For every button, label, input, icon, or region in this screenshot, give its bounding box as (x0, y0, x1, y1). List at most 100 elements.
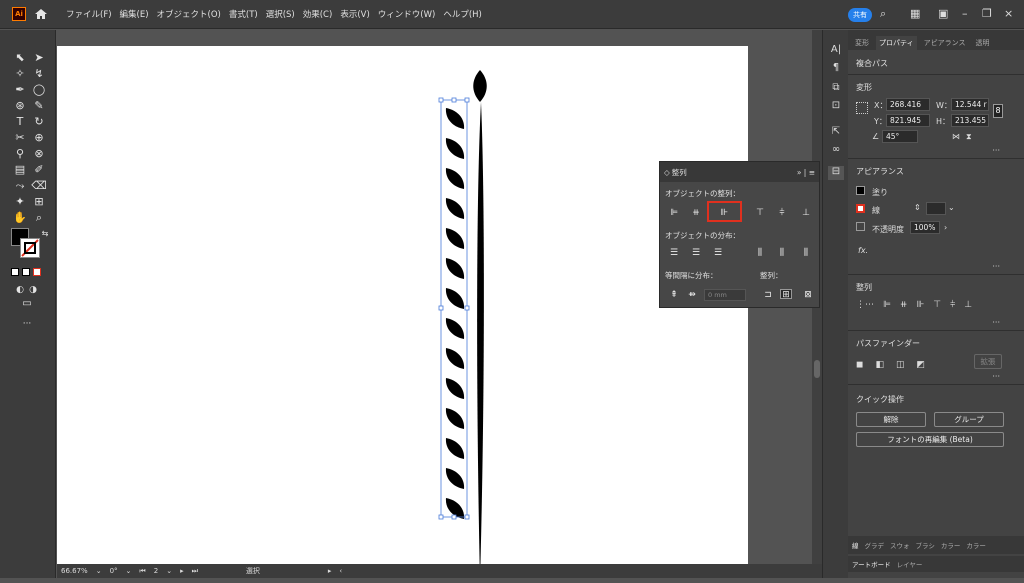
align-to-artboard-icon[interactable]: ⊐ (762, 290, 774, 300)
w-field[interactable]: 12.544 r (951, 98, 989, 111)
change-screen-mode-icon[interactable]: ▭ (18, 296, 36, 312)
align-to-icon[interactable]: ⋮⋯ (856, 300, 874, 310)
scroll-thumb[interactable] (814, 360, 820, 378)
tab-gradient[interactable]: グラデ (865, 540, 885, 550)
vertical-align-center-icon[interactable]: ⫩ (776, 208, 788, 218)
zoom-dropdown-icon[interactable]: ⌄ (96, 567, 102, 575)
width-tool-icon[interactable]: ⤳ (11, 178, 29, 194)
links-icon[interactable]: ∞ (828, 144, 844, 158)
character-panel-icon[interactable]: A| (828, 44, 844, 58)
artboard[interactable] (57, 46, 748, 564)
first-artboard-icon[interactable]: ⏮ (139, 567, 145, 576)
opacity-field[interactable]: 100% (910, 221, 940, 234)
puppet-warp-icon[interactable]: ✦ (11, 194, 29, 210)
arrange-documents-icon[interactable]: ▣ (938, 7, 948, 21)
paragraph-panel-icon[interactable]: ¶ (828, 62, 844, 76)
eraser-icon[interactable]: ⌫ (30, 178, 48, 194)
magic-wand-icon[interactable]: ✧ (11, 66, 29, 82)
leaf-shape[interactable] (445, 228, 465, 249)
exclude-icon[interactable]: ◩ (917, 360, 926, 370)
selection-tool-icon[interactable]: ⬉ (11, 50, 29, 66)
workspace-icon[interactable]: ▦ (910, 7, 920, 21)
align-h-center-icon[interactable]: ⧺ (900, 300, 908, 310)
shape-builder-icon[interactable]: ⊕ (30, 130, 48, 146)
unite-icon[interactable]: ◼ (856, 360, 863, 370)
zoom-level[interactable]: 66.67% (61, 567, 88, 575)
scissors-icon[interactable]: ✂ (11, 130, 29, 146)
stroke-color-swatch[interactable] (856, 204, 865, 213)
hand-tool-icon[interactable]: ✋ (11, 210, 29, 226)
more-tools-icon[interactable]: ··· (18, 316, 36, 332)
scroll-left-icon[interactable]: ‹ (339, 567, 342, 575)
leaf-shape[interactable] (445, 258, 465, 279)
horizontal-align-center-icon[interactable]: ⧺ (690, 208, 702, 218)
minimize-icon[interactable]: – (962, 7, 968, 21)
color-mode-icon[interactable] (11, 268, 19, 276)
align-top-icon[interactable]: ⊤ (933, 300, 941, 310)
tab-properties[interactable]: プロパティ (876, 36, 917, 50)
zoom-tool-icon[interactable]: ⌕ (30, 210, 48, 226)
libraries-icon[interactable]: ⧉ (828, 82, 844, 96)
tab-transparency[interactable]: 透明 (972, 36, 992, 50)
fx-icon[interactable]: fx. (858, 246, 868, 255)
appearance-more-icon[interactable]: ··· (992, 262, 1000, 271)
menu-edit[interactable]: 編集(E) (120, 8, 149, 20)
tab-color[interactable]: カラー (941, 540, 961, 550)
release-button[interactable]: 解除 (856, 412, 926, 427)
tab-stroke[interactable]: 線 (852, 540, 859, 550)
menu-object[interactable]: オブジェクト(O) (157, 8, 221, 20)
menu-type[interactable]: 書式(T) (229, 8, 258, 20)
leaf-shape[interactable] (445, 378, 465, 399)
stroke-weight-dropdown-icon[interactable]: ⌄ (948, 203, 955, 212)
status-menu-icon[interactable]: ▸ (328, 567, 332, 575)
tab-transform[interactable]: 変形 (852, 36, 872, 50)
type-tool-icon[interactable]: T (11, 114, 29, 130)
align-more-icon[interactable]: ··· (992, 318, 1000, 327)
artwork[interactable] (57, 46, 748, 564)
vertical-align-top-icon[interactable]: ⊤ (754, 208, 766, 218)
none-mode-icon[interactable] (33, 268, 41, 276)
last-artboard-icon[interactable]: ⏭ (192, 567, 198, 576)
app-logo[interactable]: Ai (12, 7, 26, 21)
leaf-shape[interactable] (445, 468, 465, 489)
y-field[interactable]: 821.945 (886, 114, 930, 127)
group-button[interactable]: グループ (934, 412, 1004, 427)
menu-select[interactable]: 選択(S) (266, 8, 295, 20)
artboard-tool-icon[interactable]: ⊞ (30, 194, 48, 210)
tab-brushes[interactable]: ブラシ (916, 540, 935, 550)
leaf-shape[interactable] (445, 318, 465, 339)
spacing-field[interactable]: 0 mm (704, 289, 746, 301)
leaf-shape[interactable] (445, 168, 465, 189)
menu-view[interactable]: 表示(V) (340, 8, 369, 20)
constrain-proportions-icon[interactable]: 8 (993, 104, 1003, 118)
rotation-dropdown-icon[interactable]: ⌄ (126, 567, 132, 575)
menu-file[interactable]: ファイル(F) (66, 8, 112, 20)
stroke-weight-field[interactable] (926, 202, 946, 215)
x-field[interactable]: 268.416 (886, 98, 930, 111)
distribute-v-center-icon[interactable]: ☰ (690, 248, 702, 258)
opacity-arrow-icon[interactable]: › (944, 223, 947, 232)
align-to-selection-icon[interactable]: ⊞ (780, 289, 792, 300)
export-icon[interactable]: ⇱ (828, 126, 844, 140)
stroke-weight-stepper-icon[interactable]: ⇕ (914, 203, 921, 212)
opacity-label[interactable]: 不透明度 (872, 224, 904, 235)
symbol-sprayer-icon[interactable]: ⊛ (11, 98, 29, 114)
leaf-shape[interactable] (445, 138, 465, 159)
gradient-mode-icon[interactable] (22, 268, 30, 276)
align-right-icon[interactable]: ⊪ (916, 300, 924, 310)
tab-color-guide[interactable]: カラー (966, 540, 986, 550)
tab-artboards[interactable]: アートボード (852, 559, 891, 569)
close-icon[interactable]: × (1004, 7, 1013, 21)
artboard-number[interactable]: 2 (154, 567, 158, 575)
lasso-icon[interactable]: ↯ (30, 66, 48, 82)
rotation-value[interactable]: 0° (110, 567, 118, 575)
align-to-key-object-icon[interactable]: ⊠ (802, 290, 814, 300)
leaf-shape[interactable] (445, 348, 465, 369)
opacity-icon[interactable] (856, 222, 865, 231)
transform-more-icon[interactable]: ··· (992, 146, 1000, 155)
tab-layers[interactable]: レイヤー (897, 559, 923, 569)
flip-horizontal-icon[interactable]: ⋈ (952, 132, 960, 141)
reference-point-icon[interactable] (856, 102, 868, 114)
angle-field[interactable]: 45° (882, 130, 918, 143)
align-left-icon[interactable]: ⊫ (883, 300, 891, 310)
